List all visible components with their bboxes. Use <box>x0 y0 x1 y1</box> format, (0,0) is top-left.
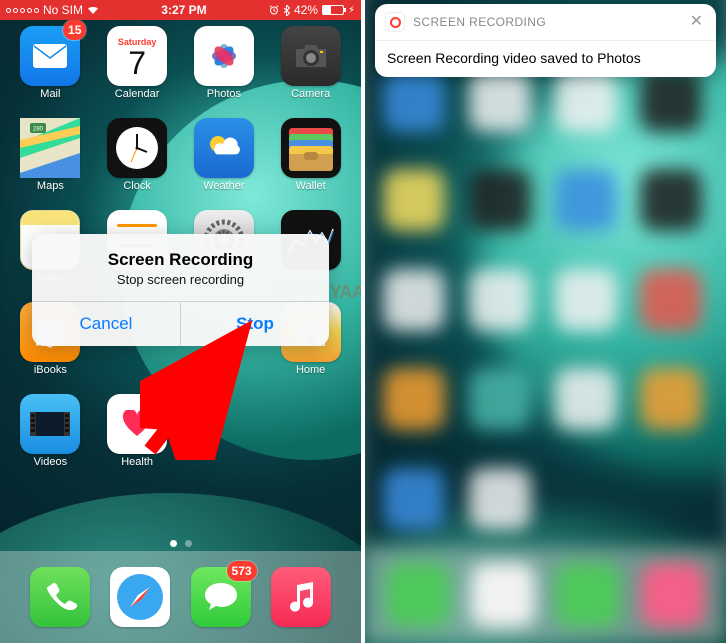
screen-recording-notification[interactable]: SCREEN RECORDING ✕ Screen Recording vide… <box>375 4 716 77</box>
mail-icon: 15 <box>20 26 80 86</box>
charging-icon: ⚡︎ <box>348 5 355 16</box>
notification-app-name: SCREEN RECORDING <box>413 15 679 29</box>
safari-icon <box>110 567 170 627</box>
bluetooth-icon <box>283 5 290 16</box>
health-icon <box>107 394 167 454</box>
alert-message: Stop screen recording <box>46 272 315 287</box>
mail-badge: 15 <box>63 20 86 40</box>
weather-icon <box>194 118 254 178</box>
wallet-icon <box>281 118 341 178</box>
status-right: 42% ⚡︎ <box>269 3 355 17</box>
app-camera[interactable]: Camera <box>274 26 347 100</box>
alarm-icon <box>269 5 279 15</box>
notification-body: Screen Recording video saved to Photos <box>375 40 716 77</box>
dock-music[interactable] <box>271 567 331 627</box>
signal-dots-icon <box>6 8 39 13</box>
maps-icon: 280 <box>20 118 80 178</box>
app-videos[interactable]: Videos <box>14 394 87 468</box>
blurred-home-grid <box>383 70 708 543</box>
photos-icon <box>194 26 254 86</box>
stop-button[interactable]: Stop <box>180 302 329 346</box>
clock-icon <box>107 118 167 178</box>
dock-phone[interactable] <box>30 567 90 627</box>
alert-title: Screen Recording <box>46 250 315 270</box>
battery-pct: 42% <box>294 3 318 17</box>
battery-icon <box>322 5 344 15</box>
music-icon <box>271 567 331 627</box>
app-health[interactable]: Health <box>101 394 174 468</box>
wifi-icon <box>87 5 99 15</box>
stop-recording-alert: Screen Recording Stop screen recording C… <box>32 234 329 346</box>
blurred-dock <box>365 547 726 643</box>
messages-icon: 573 <box>191 567 251 627</box>
app-weather[interactable]: Weather <box>188 118 261 192</box>
dock: 573 <box>0 551 361 643</box>
dock-safari[interactable] <box>110 567 170 627</box>
cancel-button[interactable]: Cancel <box>32 302 180 346</box>
phone-icon <box>30 567 90 627</box>
app-wallet[interactable]: Wallet <box>274 118 347 192</box>
phone-right: SCREEN RECORDING ✕ Screen Recording vide… <box>365 0 726 643</box>
app-calendar[interactable]: Saturday 7 Calendar <box>101 26 174 100</box>
svg-text:280: 280 <box>33 127 44 133</box>
messages-badge: 573 <box>227 561 257 581</box>
phone-left: No SIM 3:27 PM 42% ⚡︎ 15 Mail Saturday <box>0 0 361 643</box>
dock-messages[interactable]: 573 <box>191 567 251 627</box>
status-time: 3:27 PM <box>161 3 206 17</box>
camera-icon <box>281 26 341 86</box>
record-icon <box>385 12 405 32</box>
page-indicator <box>0 540 361 547</box>
videos-icon <box>20 394 80 454</box>
calendar-icon: Saturday 7 <box>107 26 167 86</box>
app-photos[interactable]: Photos <box>188 26 261 100</box>
close-icon[interactable]: ✕ <box>687 14 706 30</box>
app-clock[interactable]: Clock <box>101 118 174 192</box>
app-maps[interactable]: 280 Maps <box>14 118 87 192</box>
status-bar-recording[interactable]: No SIM 3:27 PM 42% ⚡︎ <box>0 0 361 20</box>
status-left: No SIM <box>6 3 99 17</box>
app-mail[interactable]: 15 Mail <box>14 26 87 100</box>
carrier-label: No SIM <box>43 3 83 17</box>
